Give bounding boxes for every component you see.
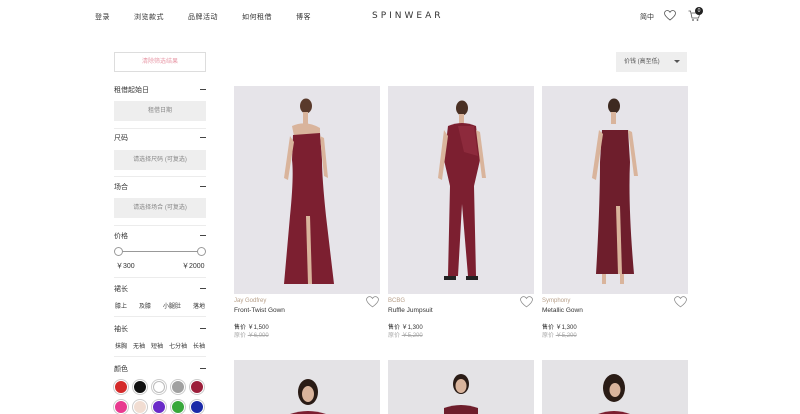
product-photo[interactable] — [542, 360, 688, 414]
favorite-heart-icon[interactable] — [366, 296, 379, 308]
color-swatch[interactable] — [115, 401, 127, 413]
collapse-sleeve-icon[interactable] — [200, 328, 206, 329]
sleeve-option-short[interactable]: 短袖 — [151, 341, 163, 350]
sleeve-option-strapless[interactable]: 抹胸 — [115, 341, 127, 350]
divider — [114, 277, 206, 278]
product-photo[interactable] — [234, 86, 380, 294]
price-title: 价格 — [114, 233, 128, 240]
wishlist-heart-icon[interactable] — [664, 10, 676, 21]
model-figure — [234, 360, 380, 414]
color-swatch[interactable] — [191, 401, 203, 413]
favorite-heart-icon[interactable] — [674, 296, 687, 308]
product-original-price: 原价 ￥5,200 — [388, 330, 423, 339]
price-slider-track[interactable] — [118, 251, 202, 252]
divider — [114, 356, 206, 357]
original-price-value: ￥5,200 — [555, 333, 577, 339]
color-title: 颜色 — [114, 366, 128, 373]
sleeve-option-long[interactable]: 长袖 — [193, 341, 205, 350]
model-figure — [542, 86, 688, 294]
product-photo[interactable] — [388, 86, 534, 294]
collapse-rent-date-icon[interactable] — [200, 89, 206, 90]
length-option-knee[interactable]: 及膝 — [139, 301, 151, 310]
size-title: 尺码 — [114, 135, 128, 142]
product-photo[interactable] — [542, 86, 688, 294]
rent-date-button[interactable]: 租借日期 — [114, 101, 206, 121]
model-figure — [542, 360, 688, 414]
cart-count-badge: 0 — [695, 7, 703, 15]
divider — [114, 316, 206, 317]
chevron-down-icon — [674, 60, 680, 63]
color-swatch[interactable] — [134, 401, 146, 413]
size-select[interactable]: 请选择尺码 (可复选) — [114, 150, 206, 170]
collapse-length-icon[interactable] — [200, 288, 206, 289]
model-figure — [388, 86, 534, 294]
divider — [114, 176, 206, 177]
rent-date-title: 租借起始日 — [114, 87, 149, 94]
product-name[interactable]: Metallic Gown — [542, 307, 583, 314]
clear-filters-button[interactable]: 清除筛选结果 — [114, 52, 206, 72]
product-name[interactable]: Ruffle Jumpsuit — [388, 307, 433, 314]
collapse-occasion-icon[interactable] — [200, 186, 206, 187]
product-original-price: 原价 ￥6,000 — [234, 330, 269, 339]
sort-label: 价钱 (高至低) — [624, 59, 660, 65]
length-option-floor[interactable]: 落地 — [193, 301, 205, 310]
product-name[interactable]: Front-Twist Gown — [234, 307, 285, 314]
divider — [114, 128, 206, 129]
nav-how-to-rent[interactable]: 如何租借 — [242, 12, 272, 22]
collapse-price-icon[interactable] — [200, 235, 206, 236]
favorite-heart-icon[interactable] — [520, 296, 533, 308]
original-price-value: ￥5,200 — [401, 333, 423, 339]
original-price-value: ￥6,000 — [247, 333, 269, 339]
site-logo[interactable]: SPINWEAR — [372, 11, 444, 21]
price-min-value: ￥300 — [116, 263, 135, 270]
main-nav: 登录 浏览款式 品牌活动 如何租借 博客 — [95, 12, 335, 22]
price-max-value: ￥2000 — [182, 263, 205, 270]
price-slider-min-handle[interactable] — [114, 247, 123, 256]
model-figure — [234, 86, 380, 294]
nav-brand-events[interactable]: 品牌活动 — [188, 12, 218, 22]
color-swatch[interactable] — [172, 401, 184, 413]
nav-browse[interactable]: 浏览款式 — [134, 12, 164, 22]
occasion-select[interactable]: 请选择场合 (可复选) — [114, 198, 206, 218]
color-swatch[interactable] — [115, 381, 127, 393]
product-photo[interactable] — [234, 360, 380, 414]
collapse-size-icon[interactable] — [200, 137, 206, 138]
nav-login[interactable]: 登录 — [95, 12, 110, 22]
sleeve-option-three-quarter[interactable]: 七分袖 — [169, 341, 187, 350]
original-price-label: 原价 — [234, 333, 247, 339]
occasion-title: 场合 — [114, 184, 128, 191]
product-brand: BCBG — [388, 298, 406, 304]
length-option-above-knee[interactable]: 膝上 — [115, 301, 127, 310]
collapse-color-icon[interactable] — [200, 368, 206, 369]
color-swatch[interactable] — [191, 381, 203, 393]
sort-dropdown[interactable]: 价钱 (高至低) — [616, 52, 687, 72]
product-photo[interactable] — [388, 360, 534, 414]
price-slider-max-handle[interactable] — [197, 247, 206, 256]
sleeve-title: 袖长 — [114, 326, 128, 333]
original-price-label: 原价 — [542, 333, 555, 339]
product-brand: Symphony — [542, 298, 571, 304]
original-price-label: 原价 — [388, 333, 401, 339]
product-brand: Jay Godfrey — [234, 298, 267, 304]
product-original-price: 原价 ￥5,200 — [542, 330, 577, 339]
color-swatch[interactable] — [134, 381, 146, 393]
language-switch[interactable]: 简中 — [640, 12, 654, 22]
nav-blog[interactable]: 博客 — [296, 12, 311, 22]
length-title: 裙长 — [114, 286, 128, 293]
length-option-calf[interactable]: 小腿肚 — [163, 301, 181, 310]
color-swatch[interactable] — [153, 401, 165, 413]
divider — [114, 225, 206, 226]
model-figure — [388, 360, 534, 414]
color-swatch[interactable] — [153, 381, 165, 393]
color-swatch[interactable] — [172, 381, 184, 393]
site-header: 登录 浏览款式 品牌活动 如何租借 博客 SPINWEAR 简中 0 — [0, 0, 800, 34]
sleeve-option-sleeveless[interactable]: 无袖 — [133, 341, 145, 350]
